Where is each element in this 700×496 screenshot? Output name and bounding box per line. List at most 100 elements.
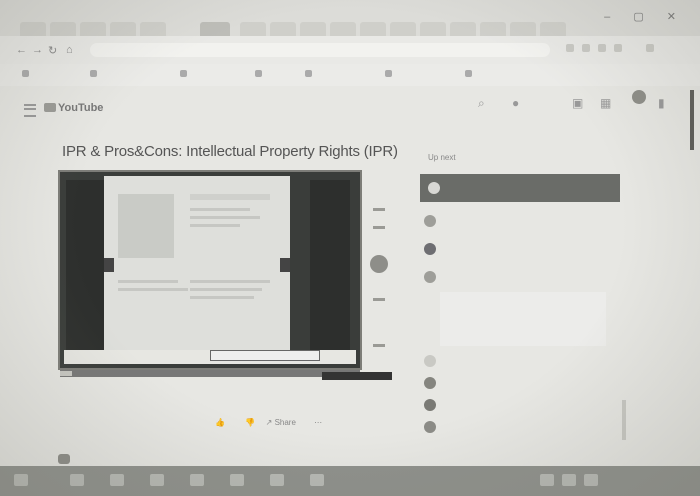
youtube-play-icon bbox=[44, 103, 56, 112]
toolbar-item[interactable] bbox=[373, 208, 385, 211]
bookmark-item[interactable] bbox=[465, 70, 475, 78]
video-player[interactable] bbox=[58, 170, 362, 370]
video-actions: 👍 👎 ↗ Share ⋯ bbox=[215, 418, 330, 427]
browser-tab[interactable] bbox=[240, 22, 266, 36]
menu-dots-icon[interactable] bbox=[646, 44, 654, 52]
taskbar-app-icon[interactable] bbox=[110, 474, 124, 486]
player-controls[interactable] bbox=[322, 372, 392, 380]
tray-icon[interactable] bbox=[562, 474, 576, 486]
playlist-item-selected[interactable] bbox=[440, 292, 606, 346]
bookmark-item[interactable] bbox=[255, 70, 265, 78]
window-controls[interactable]: – ▢ ✕ bbox=[604, 10, 686, 23]
taskbar-app-icon[interactable] bbox=[150, 474, 164, 486]
browser-tab[interactable] bbox=[300, 22, 326, 36]
playlist-item-thumb bbox=[424, 243, 436, 255]
share-button[interactable]: ↗ Share bbox=[266, 418, 304, 427]
playlist-item[interactable] bbox=[424, 396, 614, 418]
player-letterbox-left bbox=[66, 180, 104, 352]
page-scrollbar[interactable] bbox=[690, 90, 694, 150]
playlist-icon bbox=[428, 182, 440, 194]
bookmarks-bar bbox=[0, 64, 700, 86]
home-icon[interactable]: ⌂ bbox=[66, 44, 73, 56]
playlist-item[interactable] bbox=[424, 352, 614, 374]
reload-icon[interactable]: ↻ bbox=[48, 44, 57, 57]
toolbar-item[interactable] bbox=[373, 298, 385, 301]
bookmark-item[interactable] bbox=[305, 70, 315, 78]
forward-icon[interactable]: → bbox=[32, 44, 43, 56]
browser-tab[interactable] bbox=[20, 22, 46, 36]
browser-tab[interactable] bbox=[50, 22, 76, 36]
taskbar-app-icon[interactable] bbox=[310, 474, 324, 486]
playlist-item[interactable] bbox=[424, 374, 614, 396]
playlist-item-thumb bbox=[424, 271, 436, 283]
back-icon[interactable]: ← bbox=[16, 44, 27, 56]
playlist-item[interactable] bbox=[424, 212, 614, 234]
browser-tab[interactable] bbox=[510, 22, 536, 36]
apps-icon[interactable]: ▦ bbox=[600, 96, 611, 110]
notifications-icon[interactable]: ▮ bbox=[658, 96, 665, 110]
taskbar-app-icon[interactable] bbox=[230, 474, 244, 486]
hamburger-menu-icon[interactable] bbox=[24, 104, 36, 117]
taskbar-app-icon[interactable] bbox=[270, 474, 284, 486]
browser-tab[interactable] bbox=[390, 22, 416, 36]
slide-text-line bbox=[190, 216, 260, 219]
browser-tab[interactable] bbox=[360, 22, 386, 36]
comment-preview bbox=[58, 454, 80, 464]
tray-icon[interactable] bbox=[540, 474, 554, 486]
floating-toolbar bbox=[370, 200, 388, 350]
playlist-item-thumb bbox=[424, 421, 436, 433]
extension-icon[interactable] bbox=[582, 44, 590, 52]
browser-tab[interactable] bbox=[420, 22, 446, 36]
account-avatar[interactable] bbox=[632, 90, 646, 104]
browser-tab[interactable] bbox=[480, 22, 506, 36]
playlist-header[interactable] bbox=[420, 174, 620, 202]
video-title: IPR & Pros&Cons: Intellectual Property R… bbox=[62, 143, 398, 160]
like-button[interactable]: 👍 bbox=[215, 418, 235, 427]
slide-text-line bbox=[190, 280, 270, 283]
taskbar-app-icon[interactable] bbox=[190, 474, 204, 486]
browser-tab[interactable] bbox=[270, 22, 296, 36]
browser-tab-active[interactable] bbox=[200, 22, 230, 36]
slide-heading-line bbox=[190, 194, 270, 200]
bookmark-icon bbox=[305, 70, 312, 77]
more-icon[interactable]: ⋯ bbox=[314, 418, 322, 427]
bookmark-item[interactable] bbox=[90, 70, 100, 78]
browser-tab[interactable] bbox=[140, 22, 166, 36]
url-field[interactable] bbox=[90, 43, 550, 57]
bookmark-icon bbox=[90, 70, 97, 77]
slide-text-line bbox=[190, 288, 262, 291]
browser-tab[interactable] bbox=[110, 22, 136, 36]
commenter-avatar bbox=[58, 454, 70, 464]
tray-icon[interactable] bbox=[584, 474, 598, 486]
bookmark-item[interactable] bbox=[180, 70, 190, 78]
bookmark-icon bbox=[385, 70, 392, 77]
extension-icon[interactable] bbox=[566, 44, 574, 52]
search-icon[interactable]: ⌕ bbox=[478, 96, 485, 111]
extension-icon[interactable] bbox=[598, 44, 606, 52]
browser-tab[interactable] bbox=[330, 22, 356, 36]
start-icon[interactable] bbox=[14, 474, 28, 486]
playlist-item[interactable] bbox=[424, 418, 614, 440]
extension-icon[interactable] bbox=[614, 44, 622, 52]
mic-icon[interactable]: ● bbox=[512, 96, 519, 110]
youtube-logo[interactable]: YouTube bbox=[44, 102, 103, 114]
browser-tab[interactable] bbox=[80, 22, 106, 36]
dislike-button[interactable]: 👎 bbox=[245, 418, 255, 427]
slide-text-line bbox=[118, 280, 178, 283]
toolbar-item[interactable] bbox=[373, 226, 385, 229]
bookmark-icon bbox=[255, 70, 262, 77]
slide-nav-left bbox=[104, 258, 114, 272]
browser-tab[interactable] bbox=[540, 22, 566, 36]
bookmark-item[interactable] bbox=[385, 70, 395, 78]
video-progress-bar[interactable] bbox=[60, 370, 360, 377]
playlist-item-thumb bbox=[424, 399, 436, 411]
playlist-item[interactable] bbox=[424, 268, 614, 290]
playlist-item[interactable] bbox=[424, 240, 614, 262]
browser-tab[interactable] bbox=[450, 22, 476, 36]
toolbar-item[interactable] bbox=[373, 344, 385, 347]
sidebar-scrollbar[interactable] bbox=[622, 400, 626, 440]
bookmark-item[interactable] bbox=[22, 70, 32, 78]
settings-gear-icon[interactable] bbox=[370, 255, 388, 273]
taskbar-app-icon[interactable] bbox=[70, 474, 84, 486]
create-icon[interactable]: ▣ bbox=[572, 96, 583, 110]
